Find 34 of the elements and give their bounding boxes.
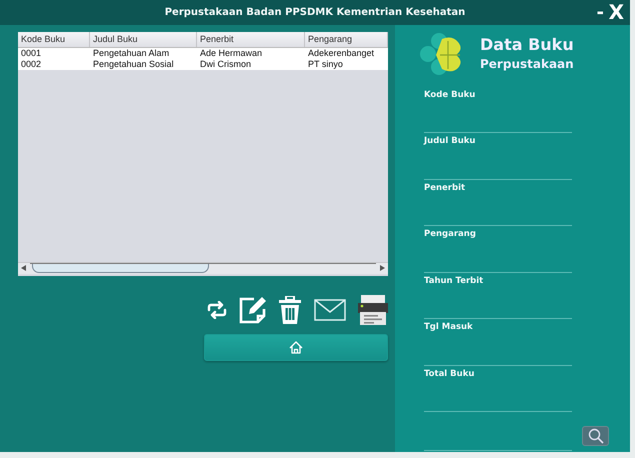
printer-icon[interactable]: [358, 294, 388, 324]
field-label: Tahun Terbit: [424, 274, 484, 286]
trash-icon[interactable]: [278, 296, 302, 324]
table-cell-text: Adekerenbanget: [307, 48, 376, 58]
column-header[interactable]: Kode Buku: [18, 32, 90, 46]
search-button[interactable]: [582, 426, 609, 446]
horizontal-scrollbar[interactable]: [18, 262, 388, 274]
form-title: Data Buku: [480, 34, 574, 56]
table-cell-text: 0002: [20, 58, 42, 70]
minimize-button[interactable]: -: [596, 2, 604, 23]
mail-icon[interactable]: [314, 298, 346, 320]
field-label: Total Buku: [424, 368, 476, 380]
column-header[interactable]: Judul Buku: [90, 32, 197, 46]
table-cell-text: Pengetahuan Alam: [92, 48, 170, 58]
scroll-thumb[interactable]: [32, 264, 209, 273]
search-icon: [588, 428, 604, 444]
refresh-icon[interactable]: [206, 300, 228, 318]
home-icon: [289, 340, 303, 354]
field-label: Penerbit: [424, 182, 466, 194]
field-label: Kode Buku: [424, 88, 476, 100]
column-header[interactable]: Penerbit: [197, 32, 305, 46]
edit-icon[interactable]: [238, 294, 268, 324]
close-button[interactable]: X: [608, 0, 624, 24]
field-label: Judul Buku: [424, 135, 476, 147]
form-subtitle: Perpustakaan: [480, 56, 574, 73]
window-title: Perpustakaan Badan PPSDMK Kementrian Kesehatan: [164, 6, 466, 18]
table-cell-text: Ade Hermawan: [199, 48, 264, 58]
field-label: Pengarang: [424, 228, 477, 240]
field-label: Tgl Masuk: [424, 321, 474, 333]
table-cell-text: 0001: [20, 48, 42, 58]
table-cell-text: Pengetahuan Sosial: [92, 58, 175, 70]
table-cell-text: PT sinyo: [307, 58, 344, 70]
table-cell-text: Dwi Crismon: [199, 58, 252, 70]
column-header[interactable]: Pengarang: [305, 32, 388, 46]
